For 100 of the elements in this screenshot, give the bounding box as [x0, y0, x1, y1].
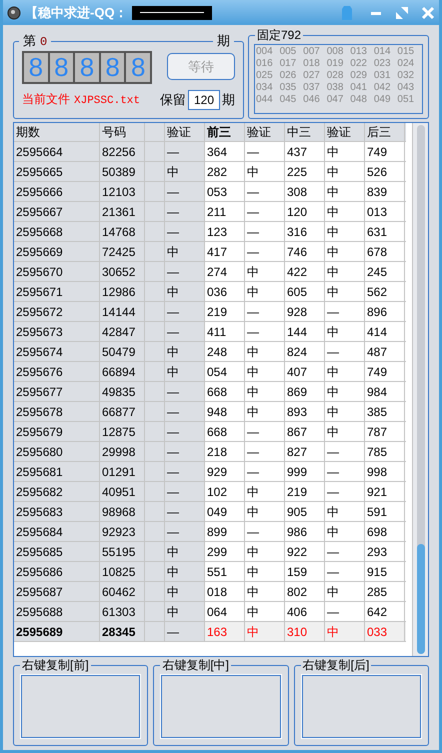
table-cell: 407: [285, 362, 325, 381]
table-cell: 562: [365, 282, 405, 301]
table-cell: 824: [285, 342, 325, 361]
table-cell: 中: [245, 562, 285, 581]
maximize-icon[interactable]: [395, 6, 409, 20]
fixed-number: 049: [374, 94, 392, 106]
table-cell: 984: [365, 382, 405, 401]
table-cell: 437: [285, 142, 325, 161]
table-cell: 2595664: [14, 142, 100, 161]
period-prefix: 第: [23, 32, 36, 50]
table-cell: 316: [285, 222, 325, 241]
table-cell: —: [325, 562, 365, 581]
close-icon[interactable]: [421, 6, 435, 20]
table-cell: 中: [245, 402, 285, 421]
table-cell: —: [245, 182, 285, 201]
fixed-number: 047: [326, 94, 344, 106]
table-cell: 中: [325, 622, 365, 641]
table-cell: 中: [245, 162, 285, 181]
table-cell: 928: [285, 302, 325, 321]
table-cell: —: [165, 402, 205, 421]
table-cell: 中: [245, 622, 285, 641]
column-header: 中三: [285, 123, 325, 141]
table-cell: 50479: [100, 342, 145, 361]
table-cell: 中: [325, 142, 365, 161]
table-cell: 219: [205, 302, 245, 321]
table-cell: —: [165, 302, 205, 321]
digit: 8: [126, 53, 150, 82]
table-cell: —: [165, 482, 205, 501]
table-cell: 2595683: [14, 502, 100, 521]
table-cell: —: [245, 222, 285, 241]
fixed-number: 016: [256, 58, 274, 70]
copy-area[interactable]: [302, 675, 421, 738]
table-cell: 2595672: [14, 302, 100, 321]
table-cell: 746: [285, 242, 325, 261]
table-cell: 245: [365, 262, 405, 281]
table-cell: —: [245, 442, 285, 461]
fixed-number: 015: [397, 46, 416, 58]
table-cell: 921: [365, 482, 405, 501]
table-cell: 中: [325, 362, 365, 381]
column-header: 验证: [165, 123, 205, 141]
table-cell: 159: [285, 562, 325, 581]
table-cell: 2595668: [14, 222, 100, 241]
table-cell: 698: [365, 522, 405, 541]
table-cell: 929: [205, 462, 245, 481]
table-cell: 749: [365, 142, 405, 161]
table-cell: —: [245, 202, 285, 221]
table-cell: 2595665: [14, 162, 100, 181]
table-cell: 310: [285, 622, 325, 641]
table-cell: —: [165, 322, 205, 341]
table-cell: 785: [365, 442, 405, 461]
table-cell: 92923: [100, 522, 145, 541]
digit: 8: [75, 53, 99, 82]
current-file-label: 当前文件: [22, 91, 70, 108]
digit: 8: [50, 53, 74, 82]
table-cell: 60462: [100, 582, 145, 601]
fixed-number: 022: [350, 58, 368, 70]
table-cell: 40951: [100, 482, 145, 501]
fixed-number: 023: [374, 58, 392, 70]
table-cell: —: [245, 142, 285, 161]
table-cell: 867: [285, 422, 325, 441]
table-cell: 2595678: [14, 402, 100, 421]
copy-area[interactable]: [21, 675, 140, 738]
fixed-number: 038: [326, 82, 344, 94]
keep-suffix: 期: [222, 91, 235, 110]
table-cell: 896: [365, 302, 405, 321]
scrollbar[interactable]: [412, 123, 428, 656]
table-cell: 2595688: [14, 602, 100, 621]
scrollbar-thumb[interactable]: [416, 544, 424, 654]
table-cell: —: [165, 382, 205, 401]
table-cell: 678: [365, 242, 405, 261]
table-cell: 869: [285, 382, 325, 401]
table-cell: 49835: [100, 382, 145, 401]
table-cell: —: [245, 322, 285, 341]
copy-area[interactable]: [161, 675, 281, 738]
fixed-number: 031: [374, 70, 392, 82]
table-cell: 中: [325, 322, 365, 341]
table-cell: 013: [365, 202, 405, 221]
fixed-number: 032: [397, 70, 416, 82]
table-cell: 642: [365, 602, 405, 621]
table-cell: 中: [165, 562, 205, 581]
table-cell: 中: [165, 602, 205, 621]
table-cell: 123: [205, 222, 245, 241]
keep-field[interactable]: 120: [188, 90, 220, 110]
table-cell: 中: [245, 262, 285, 281]
table-cell: 14144: [100, 302, 145, 321]
fixed-number: 008: [326, 46, 344, 58]
fixed-number: 005: [280, 46, 298, 58]
table-cell: 411: [205, 322, 245, 341]
table-cell: 61303: [100, 602, 145, 621]
table-cell: —: [165, 442, 205, 461]
table-cell: 14768: [100, 222, 145, 241]
table-cell: 144: [285, 322, 325, 341]
shirt-icon[interactable]: [341, 4, 353, 20]
table-cell: 中: [165, 582, 205, 601]
table-cell: —: [245, 462, 285, 481]
table-cell: 2595677: [14, 382, 100, 401]
fixed-number: 037: [303, 82, 321, 94]
fixed-number: 025: [256, 70, 274, 82]
keep-label: 保留: [160, 91, 186, 110]
fixed-number: 018: [303, 58, 321, 70]
